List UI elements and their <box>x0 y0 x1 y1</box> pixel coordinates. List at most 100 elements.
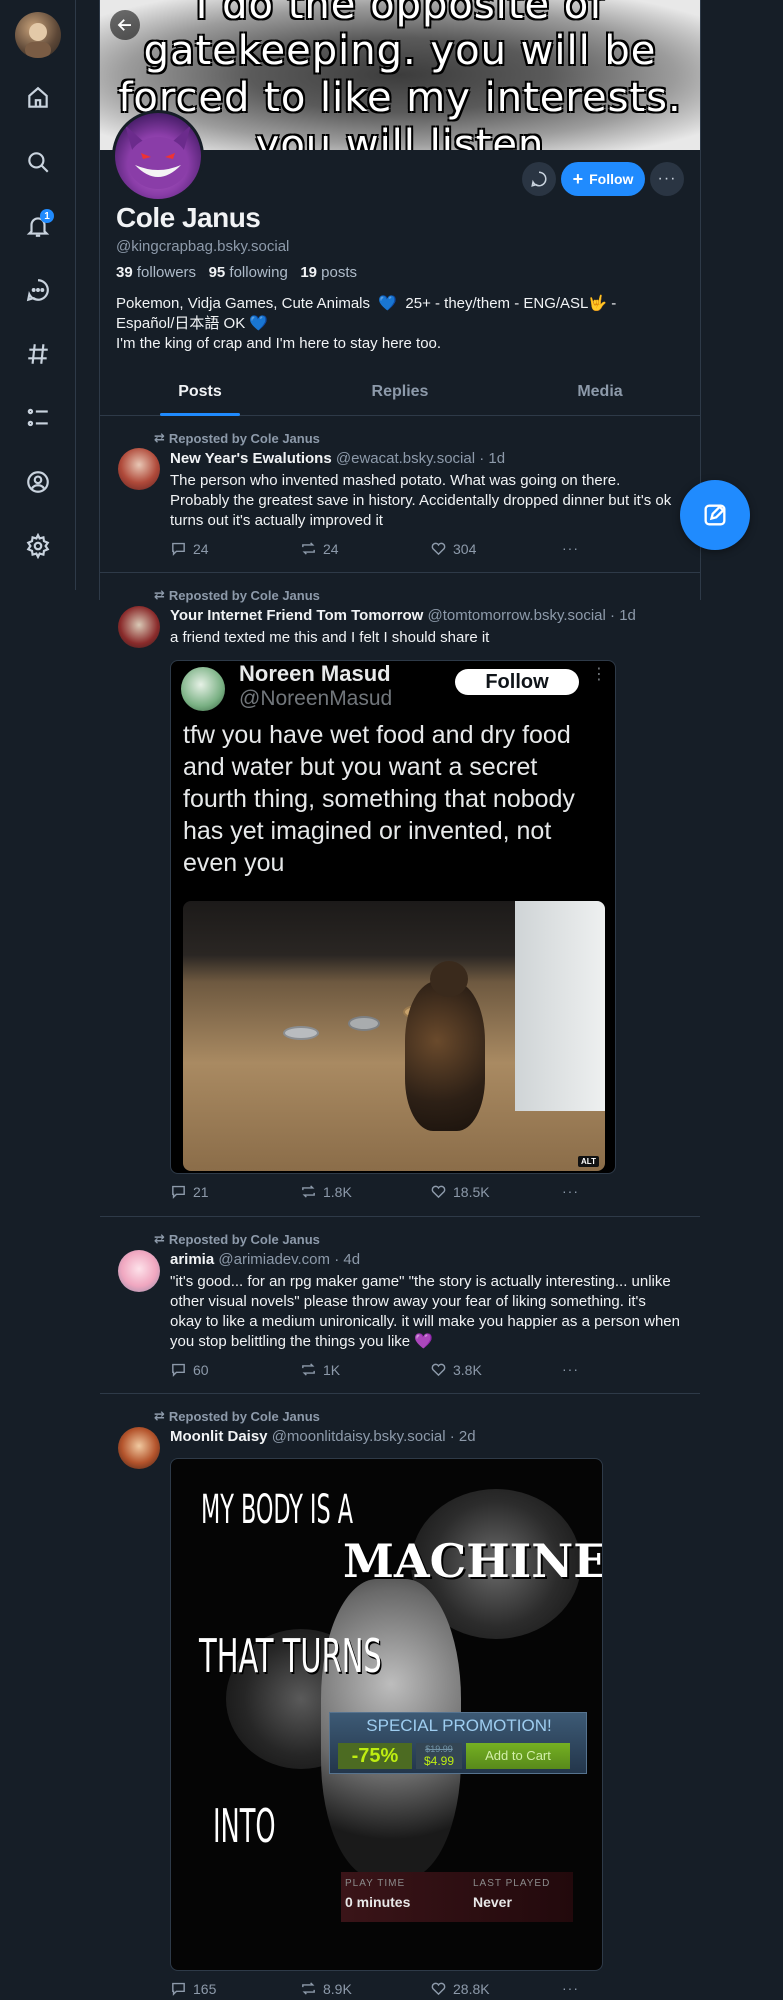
avatar[interactable] <box>118 1427 160 1469</box>
meme-text: THAT TURNS <box>199 1629 382 1683</box>
post-item[interactable]: ⇄ Reposted by Cole Janus Moonlit Daisy @m… <box>100 1399 700 2000</box>
post-menu-button[interactable]: ··· <box>562 1980 579 1996</box>
post-time: · 1d <box>610 607 636 624</box>
reply-button[interactable]: 24 <box>170 540 209 557</box>
tab-posts[interactable]: Posts <box>100 370 300 415</box>
reply-icon <box>172 1185 185 1199</box>
like-button[interactable]: 18.5K <box>430 1183 490 1200</box>
list-icon[interactable] <box>18 398 58 438</box>
repost-button[interactable]: 1.8K <box>300 1183 352 1200</box>
bell-icon[interactable]: 1 <box>18 206 58 246</box>
post-menu-button[interactable]: ··· <box>562 540 579 556</box>
post-menu-button[interactable]: ··· <box>562 1183 579 1199</box>
repost-indicator: ⇄ Reposted by Cole Janus <box>154 587 320 603</box>
embed-more-icon: ⋮ <box>591 666 607 683</box>
playtime-value: 0 minutes <box>345 1894 411 1910</box>
post-text: "it's good... for an rpg maker game" "th… <box>170 1273 680 1350</box>
left-nav-rail: 1 <box>0 0 76 590</box>
banner-text-line: forced to like my interests. <box>118 75 682 121</box>
avatar[interactable] <box>118 448 160 490</box>
promo-title: SPECIAL PROMOTION! <box>366 1716 552 1735</box>
heart-icon <box>431 1185 446 1199</box>
back-button[interactable] <box>110 10 140 40</box>
tab-replies[interactable]: Replies <box>300 370 500 415</box>
author-name: New Year's Ewalutions <box>170 450 332 467</box>
my-avatar[interactable] <box>15 12 61 58</box>
repost-icon <box>302 1185 315 1198</box>
ellipsis-icon: ··· <box>562 540 579 556</box>
reply-button[interactable]: 60 <box>170 1361 209 1378</box>
meme-text: INTO <box>213 1799 276 1853</box>
ellipsis-icon: ··· <box>562 1361 579 1377</box>
arrow-left-icon <box>117 19 131 31</box>
repost-indicator: ⇄ Reposted by Cole Janus <box>154 1231 320 1247</box>
heart-icon <box>431 1982 446 1996</box>
chat-icon[interactable] <box>18 270 58 310</box>
profile-stats: 39 followers 95 following 19 posts <box>116 264 357 281</box>
banner-text-line: gatekeeping. you will be <box>143 28 657 74</box>
embed-text: tfw you have wet food and dry food and w… <box>183 721 575 877</box>
post-actions: 21 1.8K 18.5K ··· <box>170 1183 590 1203</box>
repost-button[interactable]: 24 <box>300 540 339 557</box>
reply-button[interactable]: 21 <box>170 1183 209 1200</box>
repost-icon: ⇄ <box>154 1408 165 1423</box>
heart-emoji: 💙 <box>378 295 398 312</box>
avatar[interactable] <box>118 606 160 648</box>
like-button[interactable]: 3.8K <box>430 1361 482 1378</box>
meme-image[interactable]: MY BODY IS A MACHINE THAT TURNS INTO SPE… <box>170 1458 603 1971</box>
like-button[interactable]: 304 <box>430 540 476 557</box>
post-text: The person who invented mashed potato. W… <box>170 472 672 529</box>
profile-icon[interactable] <box>18 462 58 502</box>
author-handle: @ewacat.bsky.social <box>335 450 476 467</box>
reply-icon <box>172 542 185 556</box>
embed-follow-button: Follow <box>455 669 579 695</box>
profile-avatar[interactable] <box>112 110 204 202</box>
search-icon[interactable] <box>18 142 58 182</box>
plus-icon: + <box>572 169 584 189</box>
last-played-value: Never <box>473 1894 512 1910</box>
followers-link[interactable]: 39 followers <box>116 264 196 281</box>
follow-label: Follow <box>589 171 634 187</box>
ellipsis-icon: ··· <box>657 170 677 187</box>
post-menu-button[interactable]: ··· <box>562 1361 579 1377</box>
embedded-image[interactable]: Noreen Masud @NoreenMasud Follow ⋮ tfw y… <box>170 660 616 1174</box>
following-link[interactable]: 95 following <box>209 264 288 281</box>
heart-emoji: 💙 <box>249 315 269 332</box>
avatar[interactable] <box>118 1250 160 1292</box>
author-handle: @tomtomorrow.bsky.social <box>427 607 606 624</box>
hashtag-icon[interactable] <box>18 334 58 374</box>
follow-button[interactable]: + Follow <box>561 162 645 196</box>
more-options-button[interactable]: ··· <box>650 162 684 196</box>
gear-icon[interactable] <box>18 526 58 566</box>
repost-indicator: ⇄ Reposted by Cole Janus <box>154 430 320 446</box>
profile-bio: Pokemon, Vidja Games, Cute Animals 💙 25+… <box>116 295 617 352</box>
post-actions: 165 8.9K 28.8K ··· <box>170 1980 590 2000</box>
meme-text: MY BODY IS A <box>201 1487 354 1533</box>
post-actions: 60 1K 3.8K ··· <box>170 1361 590 1381</box>
like-button[interactable]: 28.8K <box>430 1980 490 1997</box>
repost-button[interactable]: 8.9K <box>300 1980 352 1997</box>
profile-tabs: Posts Replies Media <box>100 370 700 416</box>
reply-icon <box>172 1982 185 1996</box>
repost-icon: ⇄ <box>154 587 165 602</box>
message-button[interactable] <box>522 162 556 196</box>
compose-icon <box>704 504 726 526</box>
tab-media[interactable]: Media <box>500 370 700 415</box>
author-name: Your Internet Friend Tom Tomorrow <box>170 607 424 624</box>
repost-icon: ⇄ <box>154 430 165 445</box>
post-time: · 1d <box>479 450 506 467</box>
repost-icon: ⇄ <box>154 1231 165 1246</box>
posts-count: 19 posts <box>300 264 358 281</box>
display-name: Cole Janus <box>116 202 261 233</box>
cat-photo: ALT <box>183 901 605 1171</box>
reply-button[interactable]: 165 <box>170 1980 216 1997</box>
post-item[interactable]: ⇄ Reposted by Cole Janus Your Internet Fr… <box>100 578 700 1218</box>
post-item[interactable]: ⇄ Reposted by Cole Janus New Year's Ewalu… <box>100 420 700 570</box>
home-icon[interactable] <box>18 78 58 118</box>
divider <box>100 572 700 573</box>
author-name: arimia <box>170 1251 215 1268</box>
post-item[interactable]: ⇄ Reposted by Cole Janus arimia @arimiade… <box>100 1222 700 1392</box>
repost-button[interactable]: 1K <box>300 1361 340 1378</box>
author-handle: @arimiadev.com <box>218 1251 331 1268</box>
post-time: · 4d <box>334 1251 361 1268</box>
